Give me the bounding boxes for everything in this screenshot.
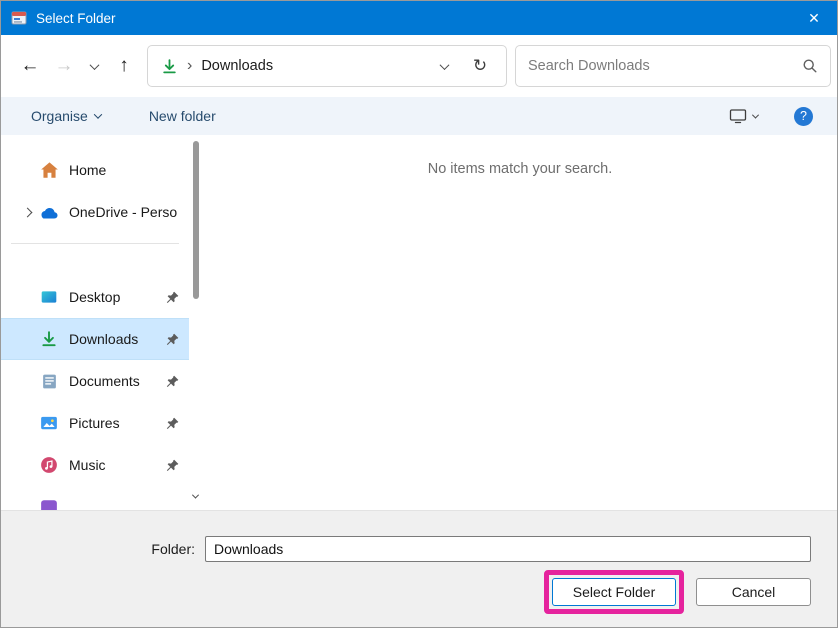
view-options-button[interactable] <box>729 108 758 124</box>
close-button[interactable]: ✕ <box>791 1 837 35</box>
downloads-icon <box>39 329 59 349</box>
sidebar-item-label: OneDrive - Perso <box>69 204 183 220</box>
sidebar-item-label: Downloads <box>69 331 165 347</box>
address-bar[interactable]: › Downloads ↻ <box>147 45 507 87</box>
music-icon <box>39 455 59 475</box>
sidebar-item-label: Music <box>69 457 165 473</box>
recent-locations-button[interactable] <box>81 49 107 83</box>
new-folder-button[interactable]: New folder <box>149 108 216 124</box>
scrollbar-thumb[interactable] <box>193 141 199 299</box>
select-folder-button[interactable]: Select Folder <box>552 578 676 606</box>
breadcrumb-separator-icon: › <box>187 57 192 75</box>
search-box <box>515 45 831 87</box>
chevron-down-icon <box>752 111 759 118</box>
downloads-icon <box>160 57 178 75</box>
sidebar-item-label: Pictures <box>69 415 165 431</box>
sidebar-item-downloads[interactable]: Downloads <box>1 318 189 360</box>
breadcrumb-item-downloads[interactable]: Downloads <box>201 58 273 74</box>
address-dropdown-button[interactable] <box>431 53 457 79</box>
search-input[interactable] <box>528 58 794 74</box>
dialog-footer: Folder: Select Folder Cancel <box>1 510 837 627</box>
home-icon <box>39 160 59 180</box>
pin-icon <box>165 416 180 431</box>
pictures-icon <box>39 413 59 433</box>
new-folder-label: New folder <box>149 108 216 124</box>
select-folder-dialog: Select Folder ✕ ← → ↑ › Downloads ↻ Orga… <box>0 0 838 628</box>
sidebar-item-label: Home <box>69 162 183 178</box>
onedrive-icon <box>39 202 59 222</box>
pin-icon <box>165 332 180 347</box>
titlebar: Select Folder ✕ <box>1 1 837 35</box>
videos-icon <box>39 497 59 510</box>
refresh-button[interactable]: ↻ <box>466 52 494 80</box>
navigation-pane: Home OneDrive - Perso Desktop <box>1 135 189 510</box>
highlight-annotation: Select Folder <box>544 570 684 614</box>
documents-icon <box>39 371 59 391</box>
window-title: Select Folder <box>36 11 116 26</box>
chevron-down-icon <box>94 110 102 118</box>
sidebar-item-videos[interactable] <box>1 486 189 510</box>
app-icon <box>11 10 27 26</box>
sidebar-item-documents[interactable]: Documents <box>1 360 189 402</box>
sidebar-item-onedrive[interactable]: OneDrive - Perso <box>1 191 189 233</box>
sidebar-item-music[interactable]: Music <box>1 444 189 486</box>
monitor-icon <box>729 108 747 124</box>
sidebar-item-home[interactable]: Home <box>1 149 189 191</box>
scrollbar-down-arrow[interactable] <box>193 486 198 504</box>
cancel-button[interactable]: Cancel <box>696 578 811 606</box>
sidebar-item-label: Documents <box>69 373 165 389</box>
command-bar: Organise New folder ? <box>1 97 837 135</box>
pin-icon <box>165 290 180 305</box>
desktop-icon <box>39 287 59 307</box>
file-list-area: No items match your search. <box>203 135 837 510</box>
dialog-body: Home OneDrive - Perso Desktop <box>1 135 837 510</box>
chevron-down-icon <box>439 60 449 70</box>
pin-icon <box>165 374 180 389</box>
forward-button[interactable]: → <box>47 49 81 83</box>
sidebar-item-label: Desktop <box>69 289 165 305</box>
folder-name-input[interactable] <box>205 536 811 562</box>
organise-label: Organise <box>31 108 88 124</box>
sidebar-scrollbar[interactable] <box>189 135 203 510</box>
navigation-bar: ← → ↑ › Downloads ↻ <box>1 35 837 97</box>
back-button[interactable]: ← <box>13 49 47 83</box>
up-button[interactable]: ↑ <box>107 49 141 83</box>
expand-chevron-icon[interactable] <box>15 209 39 216</box>
sidebar-item-desktop[interactable]: Desktop <box>1 276 189 318</box>
folder-field-label: Folder: <box>119 541 205 557</box>
empty-results-message: No items match your search. <box>428 161 613 177</box>
help-button[interactable]: ? <box>794 107 813 126</box>
pin-icon <box>165 458 180 473</box>
organise-button[interactable]: Organise <box>31 108 101 124</box>
search-icon <box>802 58 818 74</box>
sidebar-item-pictures[interactable]: Pictures <box>1 402 189 444</box>
chevron-down-icon <box>89 60 99 70</box>
